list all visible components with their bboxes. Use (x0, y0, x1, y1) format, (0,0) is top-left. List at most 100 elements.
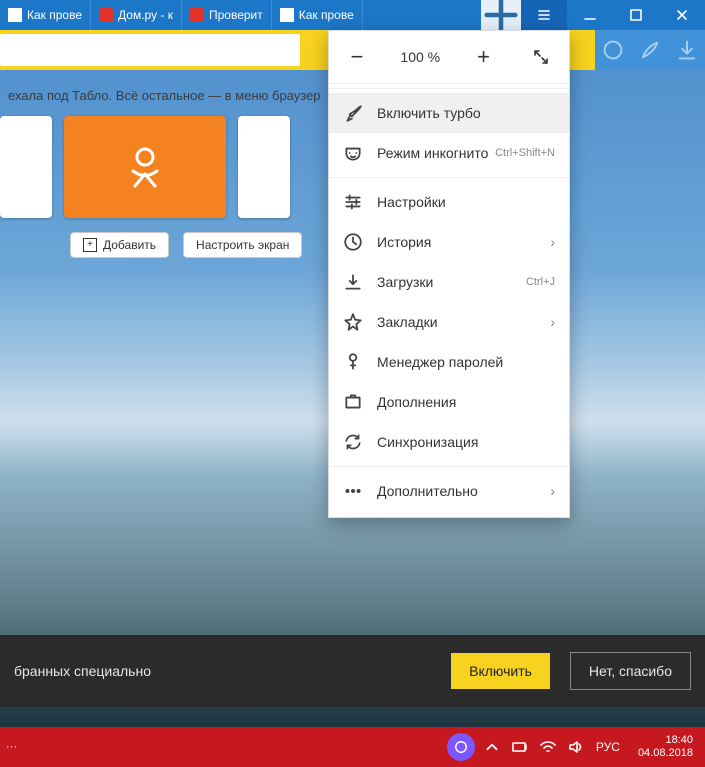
menu-label: Настройки (377, 194, 446, 210)
menu-item-downloads[interactable]: Загрузки Ctrl+J (329, 262, 569, 302)
add-tile-button[interactable]: + Добавить (70, 232, 169, 258)
download-icon (343, 272, 363, 292)
menu-item-more[interactable]: Дополнительно › (329, 471, 569, 511)
window-controls (521, 0, 705, 30)
favicon (99, 8, 113, 22)
system-tray: РУС 18:40 04.08.2018 (484, 734, 705, 760)
browser-menu-button[interactable] (521, 0, 567, 30)
menu-label: Дополнения (377, 394, 456, 410)
feather-icon[interactable] (638, 38, 662, 62)
menu-item-bookmarks[interactable]: Закладки › (329, 302, 569, 342)
addon-icon (343, 392, 363, 412)
tab-label: Дом.ру - к (118, 8, 173, 22)
browser-menu: − 100 % + Включить турбо Режим инкогнито… (328, 30, 570, 518)
history-icon (343, 232, 363, 252)
star-icon (343, 312, 363, 332)
menu-item-history[interactable]: История › (329, 222, 569, 262)
title-bar: Как прове Дом.ру - к Проверит Как прове (0, 0, 705, 30)
menu-item-passwords[interactable]: Менеджер паролей (329, 342, 569, 382)
menu-label: Включить турбо (377, 105, 481, 121)
hamburger-icon (537, 8, 551, 22)
menu-label: Дополнительно (377, 483, 478, 499)
tab[interactable]: Как прове (0, 0, 91, 30)
time: 18:40 (638, 734, 693, 747)
new-tab-button[interactable] (481, 0, 521, 30)
favicon (8, 8, 22, 22)
windows-taskbar[interactable]: ··· РУС 18:40 04.08.2018 (0, 727, 705, 767)
browser-window: Как прове Дом.ру - к Проверит Как прове … (0, 0, 705, 767)
fullscreen-button[interactable] (527, 43, 555, 71)
rocket-icon (343, 103, 363, 123)
sync-icon (343, 432, 363, 452)
configure-label: Настроить экран (196, 238, 289, 252)
tab-label: Как прове (299, 8, 354, 22)
chevron-right-icon: › (550, 234, 555, 250)
mask-icon (343, 143, 363, 163)
circle-icon (454, 740, 468, 754)
chevron-right-icon: › (550, 314, 555, 330)
dots-icon (343, 481, 363, 501)
maximize-icon (629, 8, 643, 22)
tab-label: Как прове (27, 8, 82, 22)
no-thanks-button[interactable]: Нет, спасибо (570, 652, 691, 690)
favicon (190, 8, 204, 22)
speed-dial-tile-ok[interactable] (64, 116, 226, 218)
menu-label: Менеджер паролей (377, 354, 503, 370)
key-icon (343, 352, 363, 372)
tab[interactable]: Как прове (272, 0, 363, 30)
search-input[interactable] (0, 34, 300, 66)
minimize-button[interactable] (567, 0, 613, 30)
date: 04.08.2018 (638, 747, 693, 760)
menu-label: Загрузки (377, 274, 433, 290)
tab[interactable]: Проверит (182, 0, 272, 30)
zoom-out-button[interactable]: − (343, 43, 371, 71)
speed-dial-row (0, 116, 290, 218)
favicon (280, 8, 294, 22)
fullscreen-icon (533, 49, 549, 65)
menu-label: Закладки (377, 314, 438, 330)
toolbar-right (595, 30, 705, 70)
tab-label: Проверит (209, 8, 263, 22)
language-indicator[interactable]: РУС (596, 740, 620, 754)
menu-label: История (377, 234, 431, 250)
speed-dial-tile[interactable] (238, 116, 290, 218)
chevron-right-icon: › (550, 483, 555, 499)
enable-button[interactable]: Включить (451, 653, 550, 689)
menu-label: Режим инкогнито (377, 145, 488, 161)
tab[interactable]: Дом.ру - к (91, 0, 182, 30)
close-button[interactable] (659, 0, 705, 30)
configure-screen-button[interactable]: Настроить экран (183, 232, 302, 258)
speed-dial-tile[interactable] (0, 116, 52, 218)
menu-item-sync[interactable]: Синхронизация (329, 422, 569, 462)
ok-logo-icon (121, 143, 169, 191)
downloads-icon[interactable] (675, 38, 699, 62)
menu-label: Синхронизация (377, 434, 478, 450)
promo-text: бранных специально (14, 663, 151, 679)
extension-icon[interactable] (601, 38, 625, 62)
clock[interactable]: 18:40 04.08.2018 (632, 734, 699, 760)
plus-box-icon: + (83, 238, 97, 252)
add-label: Добавить (103, 238, 156, 252)
zoom-value: 100 % (400, 49, 440, 65)
taskbar-overflow: ··· (6, 741, 17, 753)
wifi-icon[interactable] (540, 739, 556, 755)
zoom-row: − 100 % + (329, 31, 569, 84)
shortcut: Ctrl+J (526, 276, 555, 288)
close-icon (675, 8, 689, 22)
tab-strip: Как прове Дом.ру - к Проверит Как прове (0, 0, 481, 30)
promo-bar: бранных специально Включить Нет, спасибо (0, 635, 705, 707)
minimize-icon (583, 8, 597, 22)
battery-icon[interactable] (512, 739, 528, 755)
sliders-icon (343, 192, 363, 212)
zoom-in-button[interactable]: + (470, 43, 498, 71)
menu-item-addons[interactable]: Дополнения (329, 382, 569, 422)
volume-icon[interactable] (568, 739, 584, 755)
shortcut: Ctrl+Shift+N (495, 147, 555, 159)
menu-item-incognito[interactable]: Режим инкогнито Ctrl+Shift+N (329, 133, 569, 173)
menu-item-turbo[interactable]: Включить турбо (329, 93, 569, 133)
maximize-button[interactable] (613, 0, 659, 30)
cortana-button[interactable] (447, 733, 475, 761)
chevron-up-icon[interactable] (484, 739, 500, 755)
menu-item-settings[interactable]: Настройки (329, 182, 569, 222)
speed-dial-controls: + Добавить Настроить экран (70, 232, 302, 258)
